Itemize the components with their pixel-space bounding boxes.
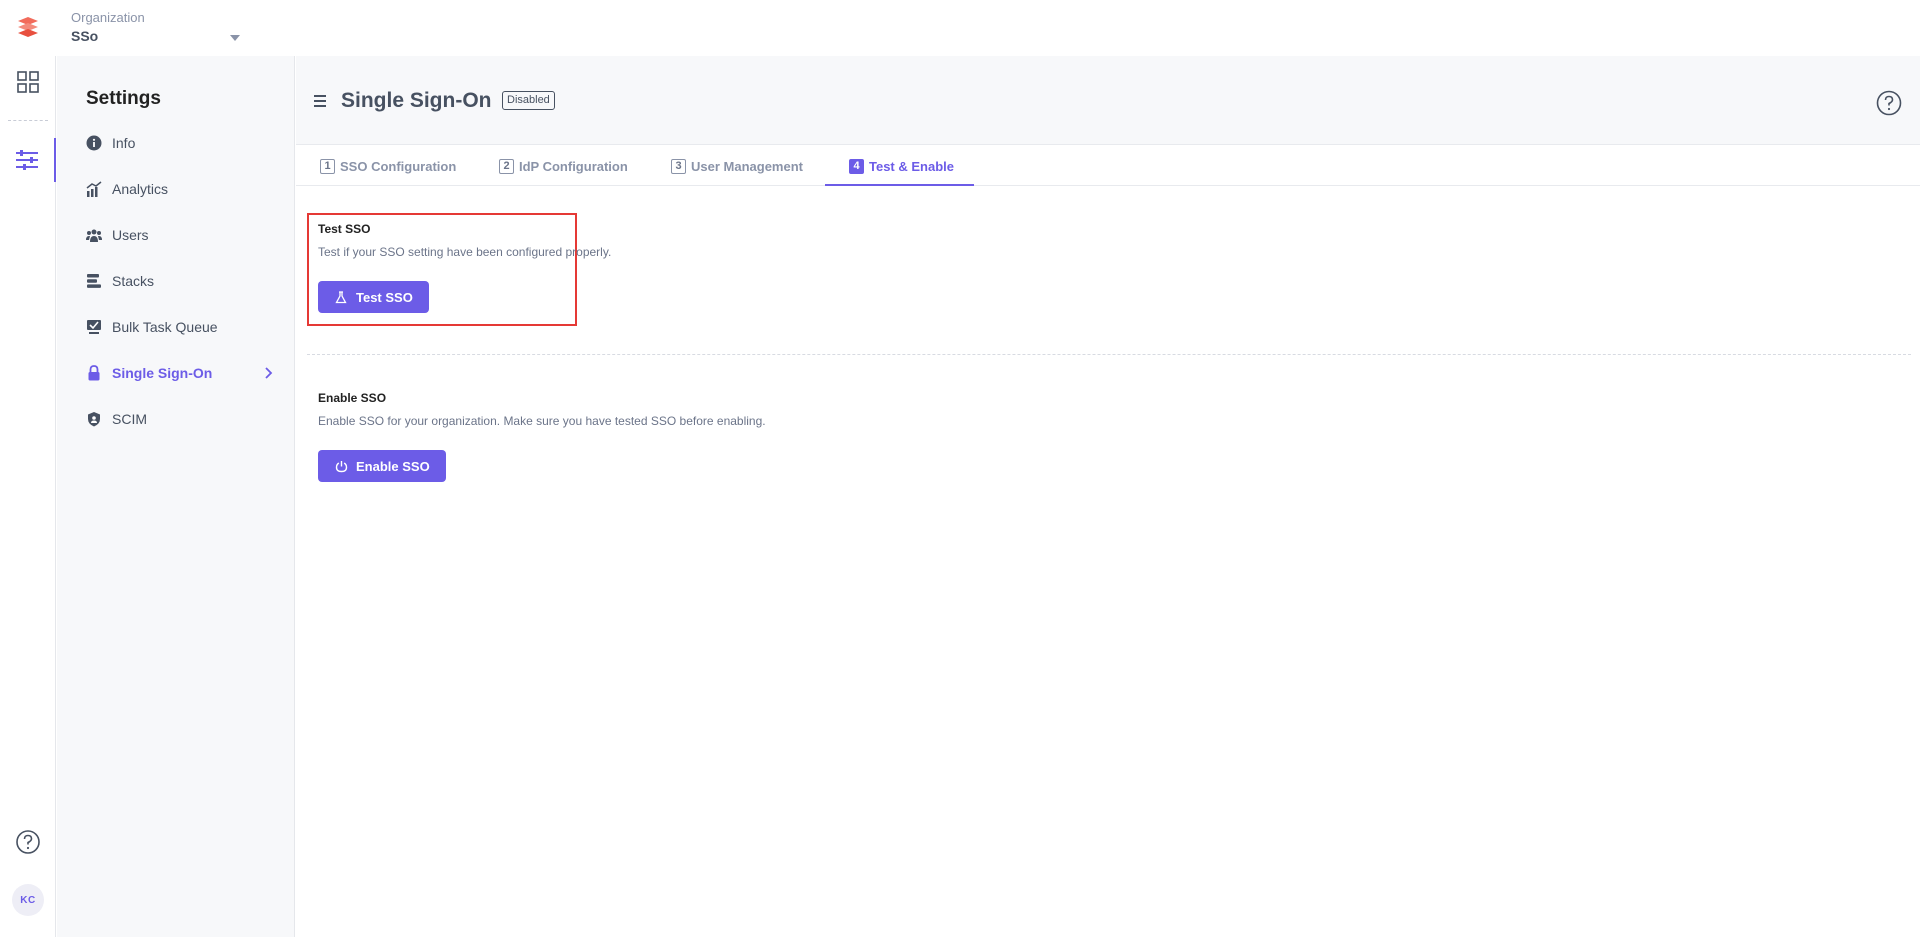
page-header: Single Sign-On Disabled — [296, 56, 1920, 145]
tab-label: SSO Configuration — [340, 158, 457, 174]
enable-sso-button-label: Enable SSO — [356, 458, 430, 474]
contentstack-logo-icon[interactable] — [14, 15, 42, 41]
sidebar-title: Settings — [86, 88, 161, 109]
help-circle-icon — [16, 830, 40, 854]
organization-label: Organization — [71, 10, 145, 25]
app-rail: KC — [0, 56, 56, 937]
tab-user-management[interactable]: 3 User Management — [671, 146, 803, 186]
users-icon — [86, 227, 102, 243]
status-badge: Disabled — [502, 91, 555, 110]
tab-number: 3 — [671, 158, 686, 174]
tab-number: 4 — [849, 158, 864, 174]
chevron-right-icon — [265, 367, 273, 379]
sidebar-item-label: Analytics — [112, 181, 169, 197]
rail-dashboard-button[interactable] — [0, 60, 56, 104]
sidebar-item-bulk-task-queue[interactable]: Bulk Task Queue — [86, 311, 276, 343]
tab-test-enable[interactable]: 4 Test & Enable — [849, 146, 954, 186]
sidebar-item-label: Info — [112, 135, 136, 151]
tab-sso-configuration[interactable]: 1 SSO Configuration — [320, 146, 456, 186]
tab-idp-configuration[interactable]: 2 IdP Configuration — [499, 146, 628, 186]
enable-sso-title: Enable SSO — [318, 391, 387, 405]
test-sso-title: Test SSO — [318, 222, 371, 236]
test-sso-button-label: Test SSO — [356, 289, 413, 305]
main-content: Single Sign-On Disabled 1 SSO Configurat… — [296, 56, 1920, 937]
page-title: Single Sign-On — [341, 89, 492, 112]
settings-sidebar: Settings Info Analytics Users Stacks Bul… — [57, 56, 295, 937]
organization-value: SSo — [71, 28, 99, 44]
tab-number: 1 — [320, 158, 335, 174]
organization-selector[interactable]: Organization SSo — [71, 10, 241, 50]
analytics-icon — [86, 181, 102, 197]
sidebar-item-scim[interactable]: SCIM — [86, 403, 276, 435]
hamburger-menu-icon[interactable] — [312, 94, 328, 108]
test-sso-description: Test if your SSO setting have been confi… — [318, 245, 612, 259]
enable-sso-description: Enable SSO for your organization. Make s… — [318, 414, 766, 428]
sidebar-item-info[interactable]: Info — [86, 127, 276, 159]
test-sso-button[interactable]: Test SSO — [318, 281, 429, 313]
tab-label: User Management — [691, 158, 803, 174]
info-icon — [86, 135, 102, 151]
flask-icon — [334, 290, 348, 304]
tab-label: IdP Configuration — [519, 158, 628, 174]
sidebar-item-users[interactable]: Users — [86, 219, 276, 251]
step-tabs: 1 SSO Configuration 2 IdP Configuration … — [296, 146, 1920, 186]
chevron-down-icon — [230, 35, 240, 41]
rail-divider — [8, 120, 48, 121]
active-tab-indicator — [825, 184, 974, 186]
shield-icon — [86, 411, 102, 427]
help-circle-icon[interactable] — [1876, 90, 1902, 116]
sliders-icon — [16, 150, 38, 170]
sidebar-item-label: SCIM — [112, 411, 147, 427]
power-icon — [334, 459, 348, 473]
top-bar: Organization SSo — [0, 0, 1920, 56]
sidebar-item-label: Single Sign-On — [112, 365, 213, 381]
sidebar-item-stacks[interactable]: Stacks — [86, 265, 276, 297]
sidebar-item-analytics[interactable]: Analytics — [86, 173, 276, 205]
task-queue-icon — [86, 319, 102, 335]
tab-label: Test & Enable — [869, 158, 955, 174]
rail-help-button[interactable] — [0, 820, 56, 864]
sidebar-item-label: Bulk Task Queue — [112, 319, 218, 335]
grid-icon — [17, 71, 39, 93]
sidebar-item-single-sign-on[interactable]: Single Sign-On — [86, 357, 276, 389]
sidebar-item-label: Stacks — [112, 273, 155, 289]
lock-icon — [86, 365, 102, 381]
sidebar-item-label: Users — [112, 227, 149, 243]
rail-settings-button[interactable] — [0, 138, 56, 182]
stacks-icon — [86, 273, 102, 289]
enable-sso-button[interactable]: Enable SSO — [318, 450, 446, 482]
tab-number: 2 — [499, 158, 514, 174]
avatar[interactable]: KC — [12, 884, 44, 916]
section-divider — [307, 354, 1911, 355]
